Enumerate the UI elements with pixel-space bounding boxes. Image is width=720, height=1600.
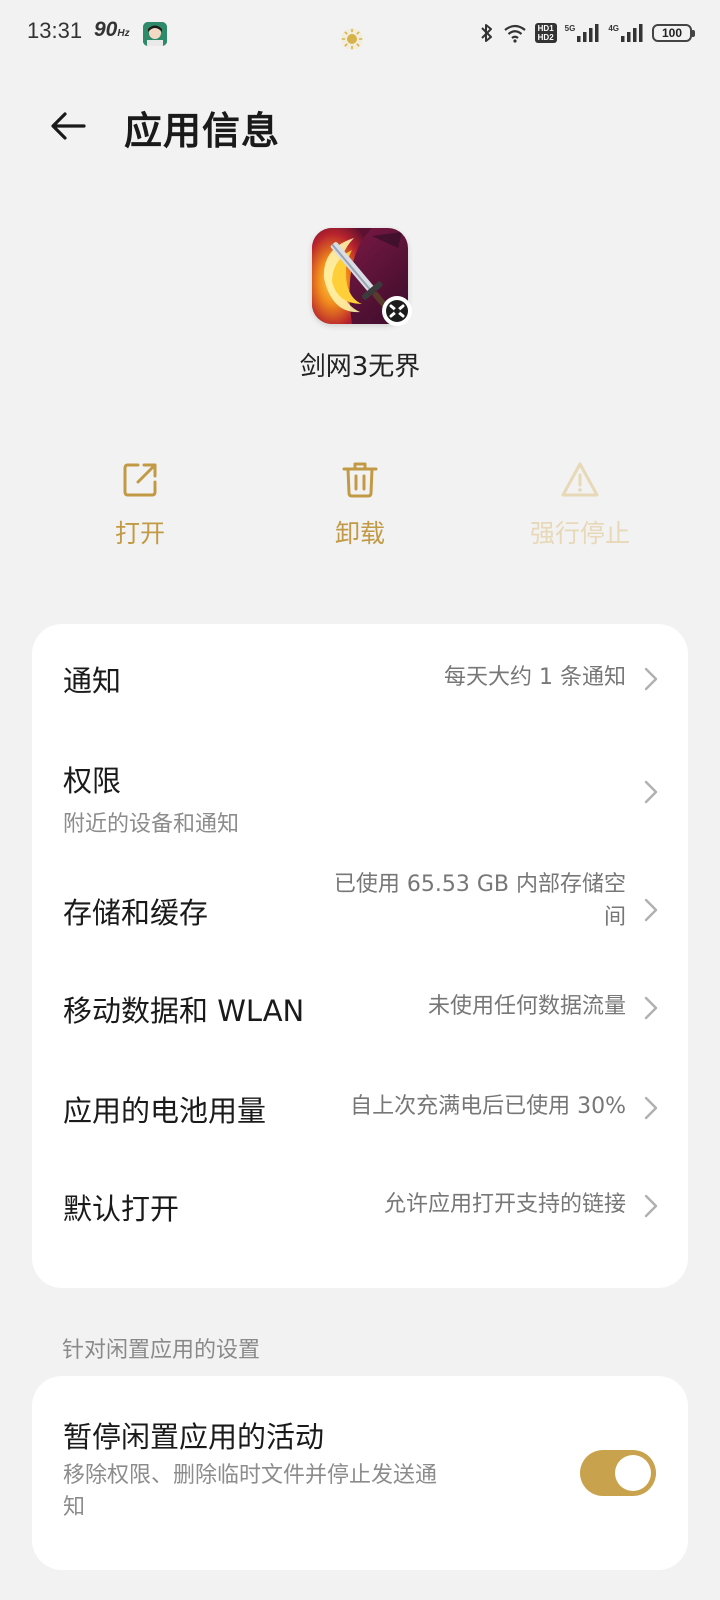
row-title: 暂停闲置应用的活动 <box>63 1420 325 1454</box>
row-title: 权限 <box>63 764 122 798</box>
open-button-label: 打开 <box>114 519 165 548</box>
toggle-knob <box>615 1455 651 1491</box>
status-right-group: HD1 HD2 5G 4G 100 <box>479 18 695 48</box>
app-bar: 应用信息 <box>0 90 720 160</box>
idle-app-settings-card: 暂停闲置应用的活动 移除权限、删除临时文件并停止发送通 知 <box>32 1376 688 1570</box>
open-external-icon <box>118 458 162 502</box>
battery-icon: 100 <box>652 24 695 42</box>
signal-4g-icon: 4G <box>608 24 644 42</box>
row-value: 未使用任何数据流量 <box>427 994 626 1019</box>
row-title: 存储和缓存 <box>63 896 209 930</box>
default-open-row[interactable]: 默认打开 允许应用打开支持的链接 <box>32 1164 688 1274</box>
chevron-right-icon <box>644 780 658 804</box>
pause-idle-activity-row[interactable]: 暂停闲置应用的活动 移除权限、删除临时文件并停止发送通 知 <box>32 1376 688 1570</box>
row-title: 默认打开 <box>63 1192 180 1226</box>
arrow-left-icon <box>51 112 86 140</box>
chevron-right-icon <box>644 1194 658 1218</box>
row-value: 自上次充满电后已使用 30% <box>350 1094 626 1119</box>
section-header-idle-apps: 针对闲置应用的设置 <box>62 1338 261 1363</box>
back-button[interactable] <box>46 104 90 148</box>
notification-app-icon <box>143 22 167 46</box>
row-title: 通知 <box>63 664 122 698</box>
game-badge-icon <box>382 296 412 326</box>
force-stop-button[interactable]: 强行停止 <box>490 458 670 558</box>
permissions-row[interactable]: 权限 附近的设备和通知 <box>32 734 688 854</box>
pause-idle-activity-toggle[interactable] <box>580 1450 656 1496</box>
notifications-row[interactable]: 通知 每天大约 1 条通知 <box>32 624 688 734</box>
row-title: 应用的电池用量 <box>63 1094 267 1128</box>
signal-5g-icon: 5G <box>565 24 601 42</box>
app-icon-container <box>312 228 412 326</box>
brightness-icon <box>340 27 364 51</box>
uninstall-button[interactable]: 卸载 <box>270 458 450 558</box>
app-settings-card: 通知 每天大约 1 条通知 权限 附近的设备和通知 存储和缓存 已使用 65.5… <box>32 624 688 1288</box>
hd-volte-icon: HD1 HD2 <box>534 23 557 43</box>
trash-icon <box>338 458 382 502</box>
app-name: 剑网3无界 <box>299 352 421 382</box>
row-value: 允许应用打开支持的链接 <box>383 1192 626 1217</box>
chevron-right-icon <box>644 996 658 1020</box>
battery-usage-row[interactable]: 应用的电池用量 自上次充满电后已使用 30% <box>32 1064 688 1164</box>
row-subtitle: 移除权限、删除临时文件并停止发送通 知 <box>63 1463 438 1520</box>
storage-row[interactable]: 存储和缓存 已使用 65.53 GB 内部存储空 间 <box>32 854 688 964</box>
mobile-data-row[interactable]: 移动数据和 WLAN 未使用任何数据流量 <box>32 964 688 1064</box>
action-bar: 打开 卸载 强行停止 <box>30 458 690 558</box>
chevron-right-icon <box>644 667 658 691</box>
row-subtitle: 附近的设备和通知 <box>63 812 240 837</box>
row-value: 每天大约 1 条通知 <box>444 665 626 690</box>
chevron-right-icon <box>644 1096 658 1120</box>
page-title: 应用信息 <box>124 109 281 153</box>
row-title: 移动数据和 WLAN <box>63 994 305 1028</box>
status-time: 13:31 <box>27 18 83 43</box>
wifi-icon <box>503 23 527 43</box>
open-button[interactable]: 打开 <box>50 458 230 558</box>
force-stop-button-label: 强行停止 <box>529 519 630 548</box>
warning-icon <box>558 458 602 502</box>
row-value: 已使用 65.53 GB 内部存储空 间 <box>333 872 626 930</box>
chevron-right-icon <box>644 898 658 922</box>
uninstall-button-label: 卸载 <box>334 519 385 548</box>
refresh-rate-indicator: 90Hz <box>94 18 130 41</box>
bluetooth-icon <box>479 22 495 44</box>
status-bar: 13:31 90Hz HD1 HD2 5G 4G 100 <box>0 0 720 66</box>
